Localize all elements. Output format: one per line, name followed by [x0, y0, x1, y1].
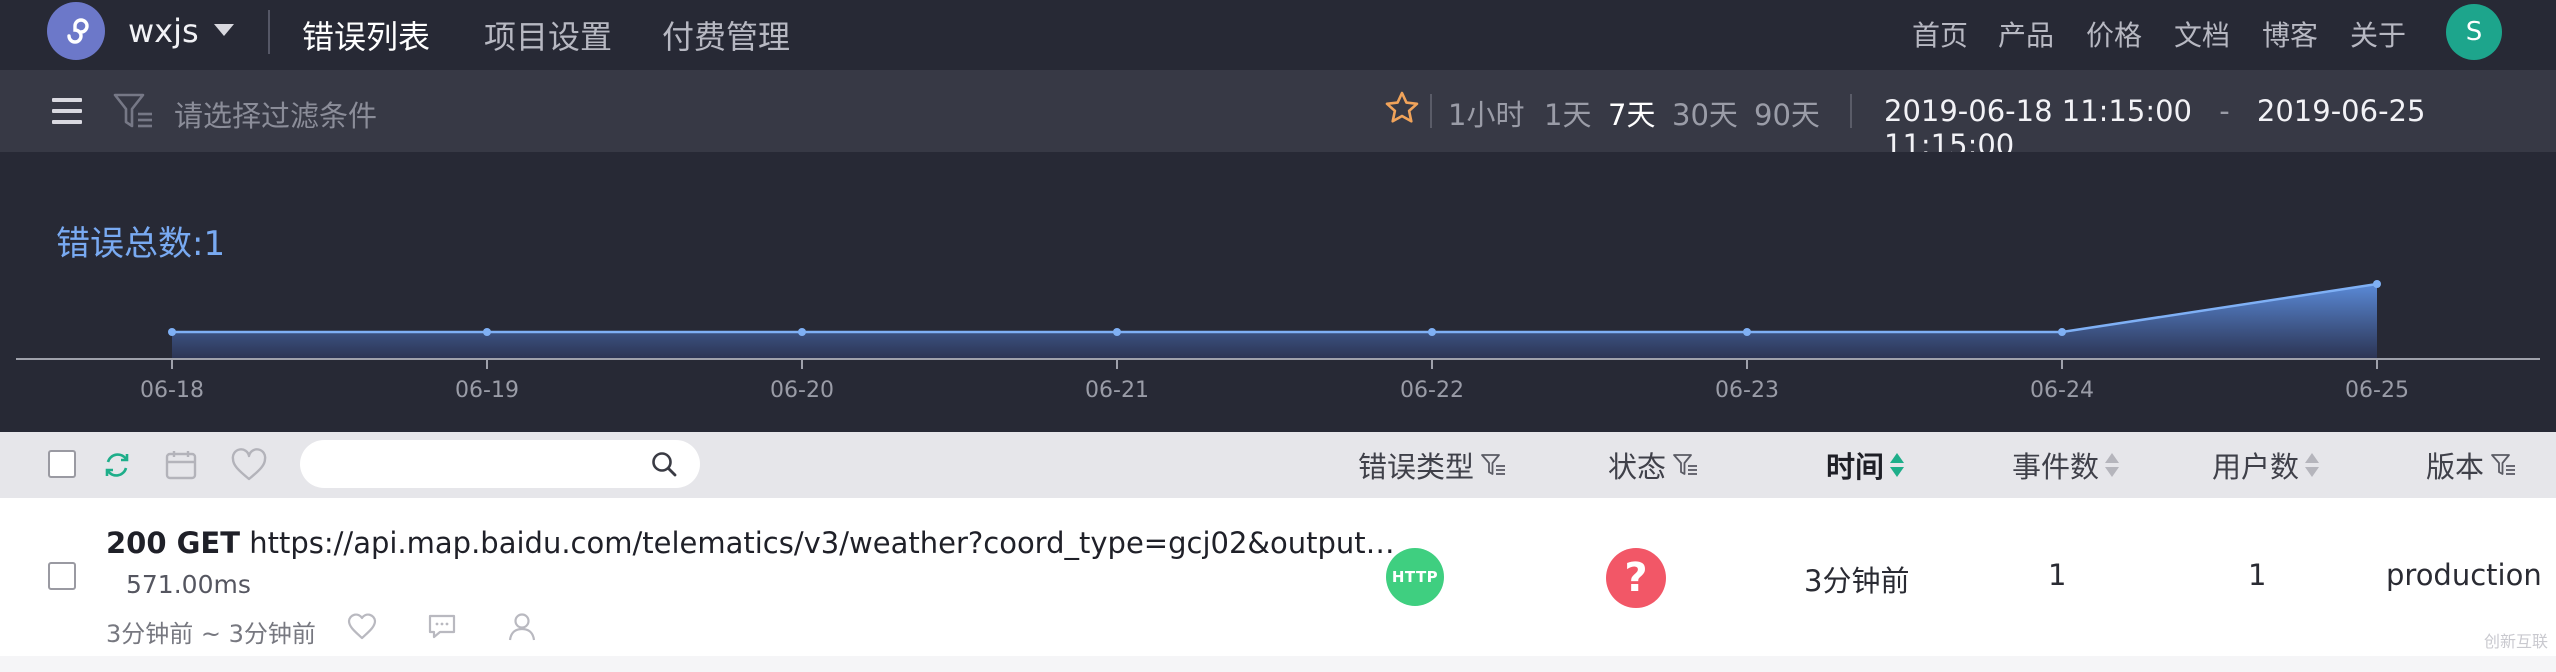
nav-link-products[interactable]: 产品 [1998, 14, 2054, 54]
nav-link-docs[interactable]: 文档 [2174, 14, 2230, 54]
tab-error-list[interactable]: 错误列表 [302, 12, 430, 58]
filter-bar: 请选择过滤条件 1小时 1天 7天 30天 90天 2019-06-18 11:… [0, 70, 2556, 162]
status-badge[interactable]: ? [1606, 548, 1666, 608]
tab-project-settings[interactable]: 项目设置 [484, 12, 612, 58]
range-7d[interactable]: 7天 [1608, 92, 1655, 134]
nav-link-home[interactable]: 首页 [1912, 14, 1968, 54]
x-tick-label: 06-18 [140, 378, 204, 403]
users-cell: 1 [2248, 558, 2267, 592]
filter-icon[interactable] [2490, 452, 2516, 478]
top-nav: wxjs 错误列表 项目设置 付费管理 首页 产品 价格 文档 博客 关于 S [0, 0, 2556, 70]
x-tick-label: 06-19 [455, 378, 519, 403]
col-version-label: 版本 [2426, 450, 2485, 484]
col-users[interactable]: 用户数 [2212, 444, 2320, 486]
comment-icon[interactable] [426, 610, 458, 642]
range-1h[interactable]: 1小时 [1448, 92, 1524, 134]
star-icon[interactable] [1384, 90, 1420, 126]
user-icon[interactable] [506, 610, 538, 642]
filter-icon[interactable] [1480, 452, 1506, 478]
divider [1430, 94, 1432, 128]
date-separator: - [2219, 94, 2230, 128]
search-input[interactable] [300, 440, 700, 488]
project-dropdown-icon[interactable] [214, 24, 234, 36]
refresh-icon[interactable] [102, 450, 132, 480]
error-trend-chart: 06-18 06-19 06-20 06-21 06-22 06-23 06-24 06-25 [16, 280, 2540, 403]
x-tick-label: 06-25 [2345, 378, 2409, 403]
menu-icon[interactable] [52, 98, 82, 124]
nav-link-about[interactable]: 关于 [2350, 14, 2406, 54]
archive-icon[interactable] [164, 448, 198, 482]
table-header: 错误类型 状态 时间 事件数 用户数 版本 [0, 432, 2556, 498]
filter-icon[interactable] [112, 90, 154, 132]
data-point[interactable] [168, 328, 176, 336]
tab-billing[interactable]: 付费管理 [662, 12, 790, 58]
error-type-badge: HTTP [1386, 548, 1444, 606]
request-duration: 571.00ms [126, 570, 251, 599]
series-area [172, 284, 2377, 359]
col-time-label: 时间 [1826, 450, 1885, 484]
x-tick-label: 06-22 [1400, 378, 1464, 403]
col-status[interactable]: 状态 [1608, 444, 1698, 486]
divider [1850, 94, 1852, 128]
sort-icon[interactable] [1890, 451, 1905, 479]
col-events[interactable]: 事件数 [2012, 444, 2120, 486]
filter-input[interactable]: 请选择过滤条件 [174, 93, 377, 135]
time-cell: 3分钟前 [1804, 564, 1910, 598]
x-tick-label: 06-24 [2030, 378, 2094, 403]
col-error-type-label: 错误类型 [1358, 450, 1475, 484]
row-checkbox[interactable] [48, 562, 76, 590]
data-point[interactable] [483, 328, 491, 336]
col-status-label: 状态 [1608, 450, 1667, 484]
date-start[interactable]: 2019-06-18 11:15:00 [1884, 94, 2192, 128]
heart-icon[interactable] [346, 610, 378, 642]
version-cell: production [2386, 558, 2542, 592]
user-avatar[interactable]: S [2446, 4, 2502, 60]
col-error-type[interactable]: 错误类型 [1358, 444, 1506, 486]
x-tick-label: 06-20 [770, 378, 834, 403]
col-version[interactable]: 版本 [2426, 444, 2516, 486]
mini-program-icon [67, 18, 89, 44]
select-all-checkbox[interactable] [48, 450, 76, 478]
range-30d[interactable]: 30天 [1672, 92, 1738, 134]
col-users-label: 用户数 [2212, 450, 2300, 484]
heart-icon[interactable] [230, 448, 268, 482]
range-90d[interactable]: 90天 [1754, 92, 1820, 134]
data-point[interactable] [1743, 328, 1751, 336]
data-point[interactable] [1113, 328, 1121, 336]
search-icon[interactable] [650, 450, 678, 478]
data-point[interactable] [798, 328, 806, 336]
nav-link-pricing[interactable]: 价格 [2086, 14, 2142, 54]
nav-link-blog[interactable]: 博客 [2262, 14, 2318, 54]
series-line [172, 282, 2378, 334]
data-point[interactable] [2373, 280, 2381, 288]
first-last-seen: 3分钟前 ~ 3分钟前 [106, 620, 316, 648]
data-point[interactable] [2058, 328, 2066, 336]
request-method: 200 GET [106, 526, 241, 560]
data-point[interactable] [1428, 328, 1436, 336]
col-time[interactable]: 时间 [1826, 444, 1905, 486]
sort-icon[interactable] [2305, 451, 2320, 479]
sort-icon[interactable] [2105, 451, 2120, 479]
app-logo[interactable] [47, 2, 105, 60]
x-tick-label: 06-23 [1715, 378, 1779, 403]
nav-divider [268, 10, 270, 54]
error-chart-panel: 错误总数:1 06-18 06-19 06-20 06-21 06-22 06-23 06-… [0, 152, 2556, 432]
filter-icon[interactable] [1672, 452, 1698, 478]
x-tick-label: 06-21 [1085, 378, 1149, 403]
request-url: https://api.map.baidu.com/telematics/v3/… [249, 526, 1395, 560]
project-name[interactable]: wxjs [128, 12, 199, 50]
col-events-label: 事件数 [2012, 450, 2100, 484]
range-1d[interactable]: 1天 [1544, 92, 1591, 134]
table-row[interactable]: 200 GET https://api.map.baidu.com/telema… [0, 498, 2556, 656]
watermark-logo: 创新互联 [2483, 632, 2548, 651]
error-title[interactable]: 200 GET https://api.map.baidu.com/telema… [106, 526, 1395, 560]
events-cell: 1 [2048, 558, 2067, 592]
